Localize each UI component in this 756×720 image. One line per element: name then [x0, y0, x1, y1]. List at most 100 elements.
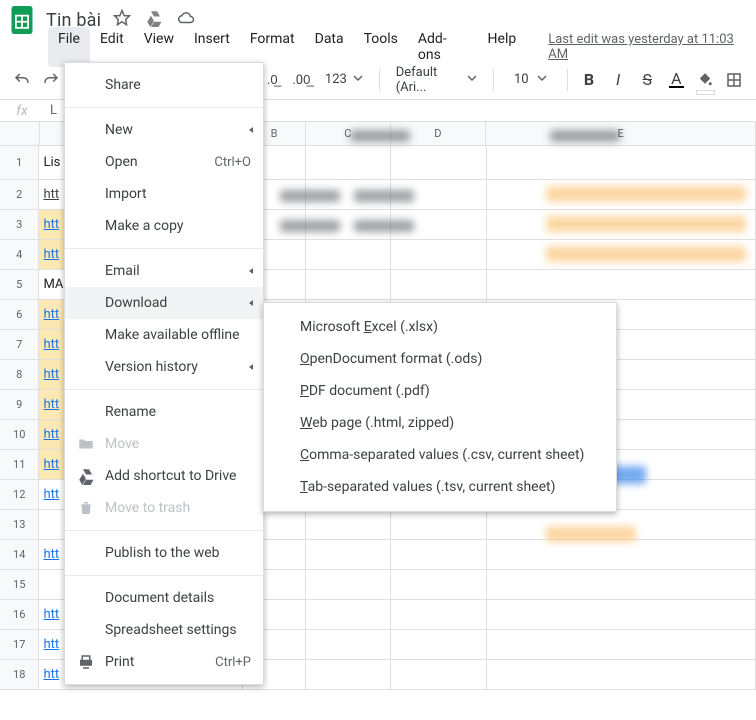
chevron-down-icon — [353, 72, 363, 87]
submenu-arrow-icon — [247, 364, 253, 370]
row-header[interactable]: 3 — [0, 210, 39, 240]
row-header[interactable]: 15 — [0, 570, 39, 600]
menu-item-document-details[interactable]: Document details — [65, 582, 263, 614]
cell[interactable] — [306, 270, 391, 300]
cell[interactable] — [487, 660, 756, 690]
row-header[interactable]: 18 — [0, 660, 39, 690]
text-color-button[interactable]: A — [665, 67, 688, 93]
cell[interactable] — [487, 210, 756, 240]
cell[interactable] — [306, 240, 391, 270]
cell[interactable] — [487, 630, 756, 660]
borders-button[interactable] — [723, 67, 746, 93]
menu-item-open[interactable]: OpenCtrl+O — [65, 146, 263, 178]
menu-item-move-to-trash: Move to trash — [65, 492, 263, 524]
cell[interactable] — [487, 180, 756, 210]
cell[interactable] — [391, 240, 487, 270]
cell[interactable] — [306, 210, 391, 240]
undo-button[interactable] — [10, 67, 33, 93]
cell[interactable] — [487, 270, 756, 300]
cell[interactable] — [306, 630, 391, 660]
column-header-e[interactable]: E — [486, 122, 756, 146]
submenu-item-pdf[interactable]: PDF document (.pdf) — [264, 375, 616, 407]
menu-label: New — [105, 122, 133, 138]
cell[interactable] — [306, 146, 391, 180]
cell[interactable] — [391, 146, 487, 180]
menu-label: Download — [105, 295, 167, 311]
menu-item-print[interactable]: PrintCtrl+P — [65, 646, 263, 678]
row-header[interactable]: 11 — [0, 450, 39, 480]
last-edit-link[interactable]: Last edit was yesterday at 11:03 AM — [548, 32, 756, 62]
number-format-dropdown[interactable]: 123 — [319, 72, 369, 87]
menu-item-make-offline[interactable]: Make available offline — [65, 319, 263, 351]
row-header[interactable]: 4 — [0, 240, 39, 270]
select-all-corner[interactable] — [0, 122, 40, 146]
row-header[interactable]: 5 — [0, 270, 39, 300]
cell[interactable] — [487, 146, 756, 180]
menu-item-email[interactable]: Email — [65, 255, 263, 287]
submenu-item-tsv[interactable]: Tab-separated values (.tsv, current shee… — [264, 471, 616, 503]
menu-item-add-shortcut[interactable]: Add shortcut to Drive — [65, 460, 263, 492]
separator — [379, 69, 380, 91]
menu-item-publish[interactable]: Publish to the web — [65, 537, 263, 569]
row-header[interactable]: 9 — [0, 390, 39, 420]
row-header[interactable]: 8 — [0, 360, 39, 390]
cell[interactable] — [306, 660, 391, 690]
submenu-arrow-icon — [247, 268, 253, 274]
cell[interactable] — [391, 270, 487, 300]
menu-item-make-copy[interactable]: Make a copy — [65, 210, 263, 242]
decrease-decimal-button[interactable]: .0̲ — [261, 67, 284, 93]
submenu-item-ods[interactable]: OpenDocument format (.ods) — [264, 343, 616, 375]
cell[interactable] — [391, 630, 487, 660]
cell[interactable] — [306, 540, 391, 570]
cell[interactable] — [391, 540, 487, 570]
redo-button[interactable] — [39, 67, 62, 93]
cell[interactable] — [487, 600, 756, 630]
submenu-item-csv[interactable]: Comma-separated values (.csv, current sh… — [264, 439, 616, 471]
cell[interactable] — [487, 240, 756, 270]
row-header[interactable]: 14 — [0, 540, 39, 570]
fill-color-button[interactable] — [694, 67, 717, 93]
row-header[interactable]: 17 — [0, 630, 39, 660]
cell[interactable] — [391, 600, 487, 630]
bold-button[interactable]: B — [577, 67, 600, 93]
cell[interactable] — [306, 180, 391, 210]
menu-item-share[interactable]: Share — [65, 69, 263, 101]
cell[interactable] — [391, 570, 487, 600]
menu-item-spreadsheet-settings[interactable]: Spreadsheet settings — [65, 614, 263, 646]
submenu-item-xlsx[interactable]: Microsoft Excel (.xlsx) — [264, 311, 616, 343]
cell[interactable] — [391, 180, 487, 210]
row-header[interactable]: 13 — [0, 510, 39, 540]
menu-label: Import — [105, 186, 147, 202]
row-header[interactable]: 2 — [0, 180, 39, 210]
cell[interactable] — [306, 600, 391, 630]
row-header[interactable]: 6 — [0, 300, 39, 330]
menu-item-version-history[interactable]: Version history — [65, 351, 263, 383]
cell[interactable] — [487, 570, 756, 600]
sheets-app-icon[interactable] — [8, 3, 36, 37]
submenu-item-web[interactable]: Web page (.html, zipped) — [264, 407, 616, 439]
menu-item-rename[interactable]: Rename — [65, 396, 263, 428]
cell[interactable] — [487, 540, 756, 570]
row-header[interactable]: 16 — [0, 600, 39, 630]
strikethrough-button[interactable]: S — [636, 67, 659, 93]
row-header[interactable]: 7 — [0, 330, 39, 360]
menu-item-download[interactable]: Download — [65, 287, 263, 319]
font-size-dropdown[interactable]: 10 — [504, 72, 557, 87]
column-header-c[interactable]: C — [306, 122, 391, 146]
menu-divider — [65, 107, 263, 108]
cell[interactable] — [391, 510, 487, 540]
cell[interactable] — [306, 570, 391, 600]
cell[interactable] — [391, 210, 487, 240]
menu-item-import[interactable]: Import — [65, 178, 263, 210]
row-header[interactable]: 1 — [0, 146, 39, 180]
italic-button[interactable]: I — [607, 67, 630, 93]
cell[interactable] — [487, 510, 756, 540]
menu-item-new[interactable]: New — [65, 114, 263, 146]
row-header[interactable]: 12 — [0, 480, 39, 510]
cell[interactable] — [391, 660, 487, 690]
cell[interactable] — [306, 510, 391, 540]
font-family-dropdown[interactable]: Default (Ari... — [390, 65, 483, 95]
column-header-d[interactable]: D — [391, 122, 486, 146]
increase-decimal-button[interactable]: .00̲ — [290, 67, 313, 93]
row-header[interactable]: 10 — [0, 420, 39, 450]
